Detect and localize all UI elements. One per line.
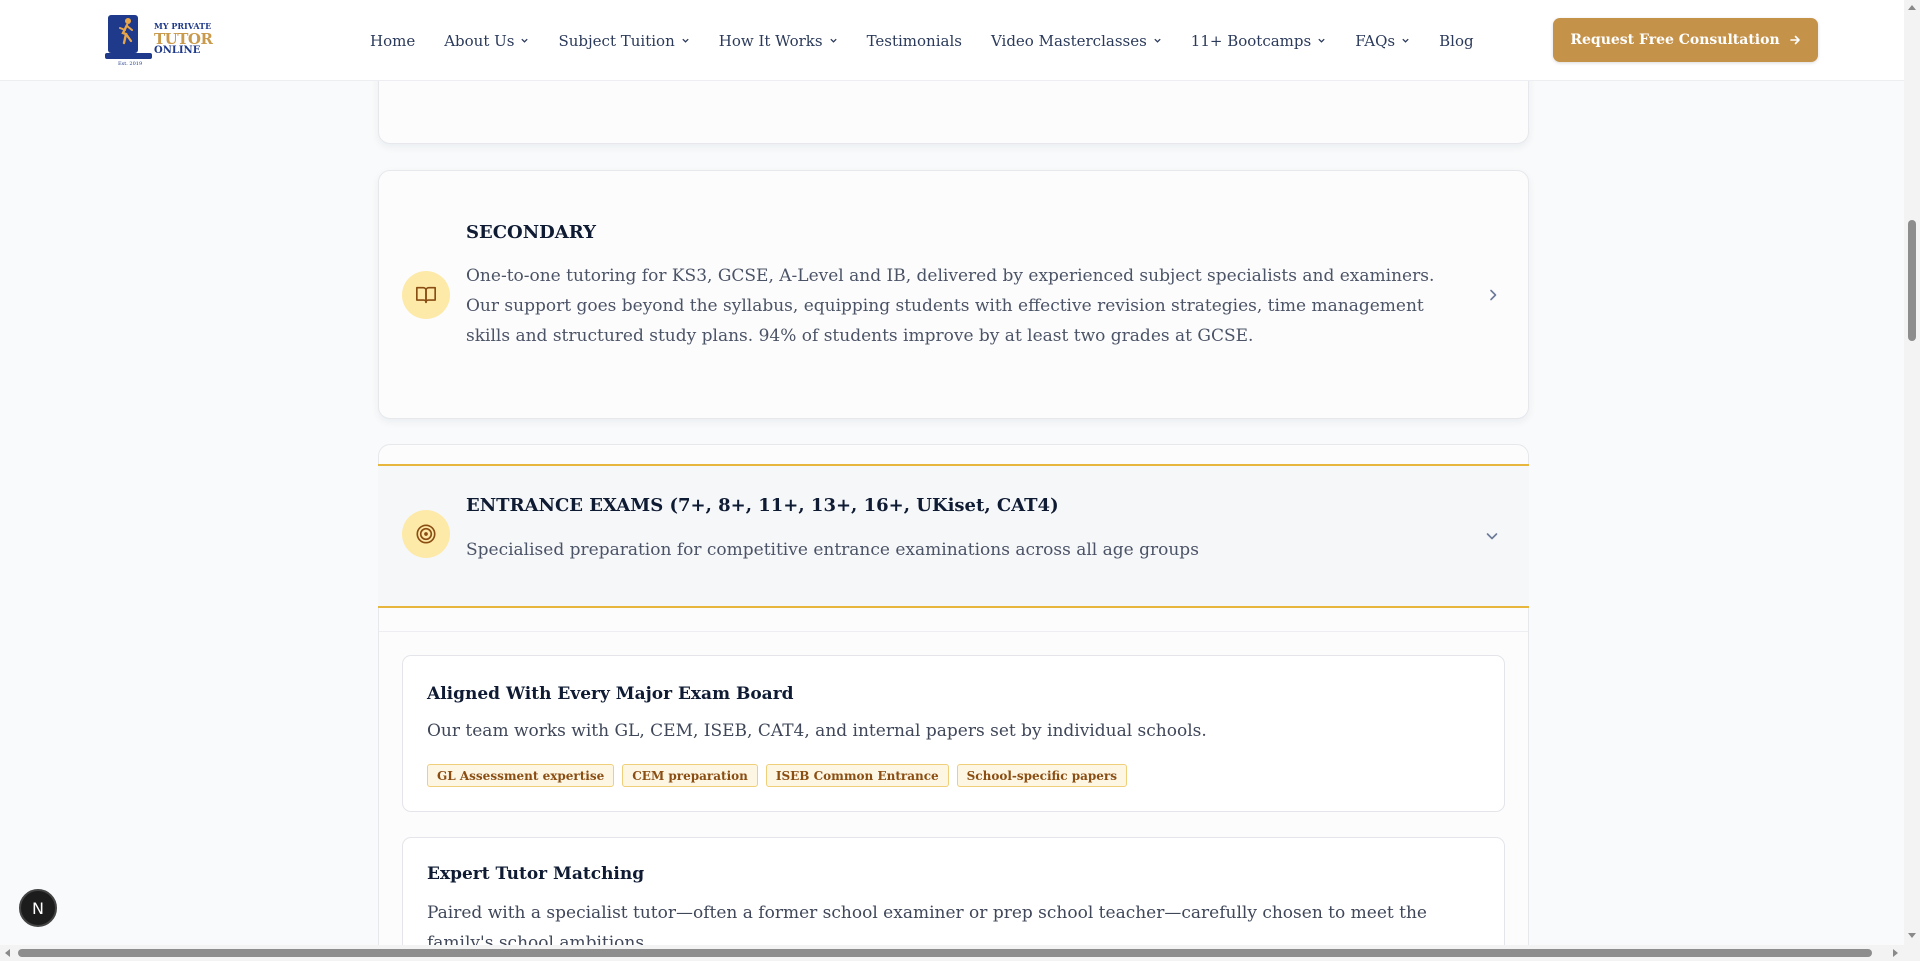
entrance-icon-badge [402, 510, 450, 558]
chevron-down-icon[interactable] [1485, 529, 1499, 543]
tag-cem-preparation: CEM preparation [622, 764, 758, 787]
secondary-card[interactable]: SECONDARY One-to-one tutoring for KS3, G… [378, 170, 1529, 419]
nav-about-us-label: About Us [444, 31, 515, 50]
feature-title: Expert Tutor Matching [427, 864, 645, 884]
nav-faqs[interactable]: FAQs [1355, 32, 1410, 50]
scroll-down-arrow-icon[interactable] [1908, 933, 1916, 938]
chevron-down-icon [521, 38, 529, 43]
request-consultation-button[interactable]: Request Free Consultation [1553, 18, 1818, 62]
nav-11plus-bootcamps[interactable]: 11+ Bootcamps [1191, 32, 1326, 50]
secondary-icon-badge [402, 271, 450, 319]
nav-home-label: Home [370, 31, 416, 50]
nav-video-masterclasses-label: Video Masterclasses [990, 31, 1147, 50]
nav-blog[interactable]: Blog [1439, 32, 1473, 50]
secondary-title: SECONDARY [466, 222, 597, 243]
nav-video-masterclasses[interactable]: Video Masterclasses [991, 32, 1162, 50]
nextjs-dev-badge[interactable]: N [19, 889, 57, 927]
chevron-down-icon [829, 38, 837, 43]
nav-11plus-bootcamps-label: 11+ Bootcamps [1190, 31, 1312, 50]
nav-how-it-works[interactable]: How It Works [719, 32, 838, 50]
horizontal-scroll-thumb[interactable] [18, 949, 1872, 957]
feature-title: Aligned With Every Major Exam Board [427, 684, 794, 704]
nav-how-it-works-label: How It Works [718, 31, 823, 50]
chevron-down-icon [682, 38, 689, 43]
nav-home[interactable]: Home [370, 32, 415, 50]
scrollbar-corner [1904, 945, 1920, 961]
site-header: MY PRIVATE TUTOR ONLINE Est. 2019 Home A… [0, 0, 1904, 81]
feature-card-tutor-matching: Expert Tutor Matching Paired with a spec… [402, 837, 1505, 961]
secondary-description: One-to-one tutoring for KS3, GCSE, A-Lev… [466, 266, 1435, 346]
entrance-exams-panel: ENTRANCE EXAMS (7+, 8+, 11+, 13+, 16+, U… [378, 444, 1529, 961]
site-logo[interactable]: MY PRIVATE TUTOR ONLINE Est. 2019 [105, 11, 213, 67]
arrow-right-icon [1789, 35, 1800, 45]
target-icon [416, 524, 436, 544]
feature-tags: GL Assessment expertise CEM preparation … [427, 764, 1135, 787]
nav-subject-tuition-label: Subject Tuition [558, 31, 675, 50]
nav-about-us[interactable]: About Us [444, 32, 529, 50]
request-consultation-label: Request Free Consultation [1570, 32, 1780, 48]
main-nav: Home About Us Subject Tuition How It Wor… [370, 0, 1503, 81]
book-open-icon [416, 286, 436, 304]
horizontal-scrollbar[interactable] [0, 945, 1904, 961]
logo-text-line3: ONLINE [154, 45, 201, 56]
scroll-up-arrow-icon[interactable] [1908, 5, 1916, 10]
logo-text-line4: Est. 2019 [118, 61, 143, 67]
chevron-right-icon[interactable] [1486, 288, 1500, 302]
entrance-exams-header[interactable]: ENTRANCE EXAMS (7+, 8+, 11+, 13+, 16+, U… [378, 464, 1529, 608]
vertical-scrollbar[interactable] [1904, 0, 1920, 961]
nav-blog-label: Blog [1439, 31, 1474, 50]
logo-monitor-base [105, 53, 152, 59]
nav-faqs-label: FAQs [1355, 31, 1396, 50]
chevron-down-icon [1318, 38, 1325, 43]
chevron-down-icon [1154, 38, 1161, 43]
tag-iseb-common-entrance: ISEB Common Entrance [765, 764, 949, 787]
nav-testimonials-label: Testimonials [866, 31, 962, 50]
vertical-scroll-thumb[interactable] [1908, 220, 1916, 341]
feature-description: Our team works with GL, CEM, ISEB, CAT4,… [427, 721, 1207, 741]
chevron-down-icon [1402, 38, 1409, 43]
tag-gl-assessment: GL Assessment expertise [427, 764, 615, 787]
scroll-right-arrow-icon[interactable] [1893, 949, 1898, 957]
tag-school-specific-papers: School-specific papers [956, 764, 1128, 787]
scroll-left-arrow-icon[interactable] [5, 949, 10, 957]
nav-testimonials[interactable]: Testimonials [867, 32, 962, 50]
logo-runner-icon [119, 18, 133, 45]
entrance-exams-title: ENTRANCE EXAMS (7+, 8+, 11+, 13+, 16+, U… [466, 495, 1059, 516]
entrance-exams-description: Specialised preparation for competitive … [466, 540, 1199, 560]
nav-subject-tuition[interactable]: Subject Tuition [558, 32, 689, 50]
panel-divider [379, 631, 1528, 632]
feature-card-exam-boards: Aligned With Every Major Exam Board Our … [402, 655, 1505, 812]
